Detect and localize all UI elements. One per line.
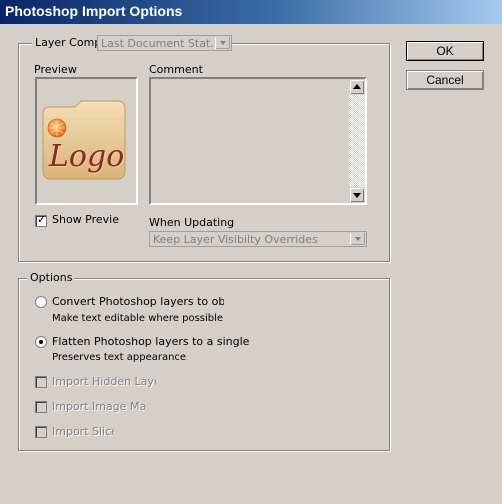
ok-button-label: OK — [436, 44, 454, 58]
import-slices-label: Import Slice — [52, 425, 114, 438]
title-bar[interactable]: Photoshop Import Options — [0, 0, 502, 24]
chevron-down-icon — [215, 37, 230, 49]
flatten-layers-radio[interactable] — [35, 336, 47, 348]
ok-button[interactable]: OK — [406, 41, 484, 61]
checkmark-icon: ✓ — [37, 213, 47, 226]
scroll-up-icon — [353, 84, 361, 89]
scroll-up-button[interactable] — [349, 79, 365, 95]
comment-label: Comment — [149, 63, 203, 76]
when-updating-label: When Updating — [149, 216, 235, 229]
convert-layers-radio[interactable] — [35, 296, 47, 308]
import-hidden-layers-checkbox[interactable] — [35, 376, 47, 388]
import-image-maps-label: Import Image Map — [52, 400, 145, 413]
cancel-button-label: Cancel — [426, 73, 464, 87]
cancel-button[interactable]: Cancel — [406, 70, 484, 90]
radio-selected-dot — [39, 340, 43, 344]
import-hidden-layers-label: Import Hidden Laye — [52, 375, 156, 388]
convert-layers-subtext: Make text editable where possible — [52, 313, 224, 324]
import-image-maps-checkbox[interactable] — [35, 401, 47, 413]
import-slices-checkbox[interactable] — [35, 426, 47, 438]
layer-comp-dropdown[interactable]: Last Document Stat... — [97, 35, 232, 51]
preview-box: Logo — [35, 77, 138, 205]
window-title: Photoshop Import Options — [5, 3, 183, 19]
flatten-layers-subtext: Preserves text appearance — [52, 352, 187, 363]
layer-comp-label: Layer Comp: — [35, 36, 105, 49]
when-updating-value: Keep Layer Visibilty Overrides — [153, 233, 318, 246]
comment-textarea[interactable] — [149, 77, 367, 205]
logo-text: Logo — [49, 139, 125, 174]
layer-comp-value: Last Document Stat... — [101, 37, 221, 50]
options-label: Options — [30, 271, 73, 284]
show-preview-checkbox[interactable]: ✓ — [35, 213, 47, 227]
options-legend: Options — [27, 271, 76, 284]
chevron-down-icon — [350, 233, 365, 245]
flatten-layers-label: Flatten Photoshop layers to a single im — [52, 335, 251, 348]
comment-scrollbar[interactable] — [349, 79, 365, 203]
preview-label: Preview — [34, 63, 77, 76]
when-updating-dropdown[interactable]: Keep Layer Visibilty Overrides — [149, 231, 367, 247]
scroll-down-icon — [353, 193, 361, 198]
convert-layers-label: Convert Photoshop layers to obje — [52, 295, 224, 308]
show-preview-label: Show Previe — [52, 213, 119, 226]
scroll-down-button[interactable] — [349, 187, 365, 203]
